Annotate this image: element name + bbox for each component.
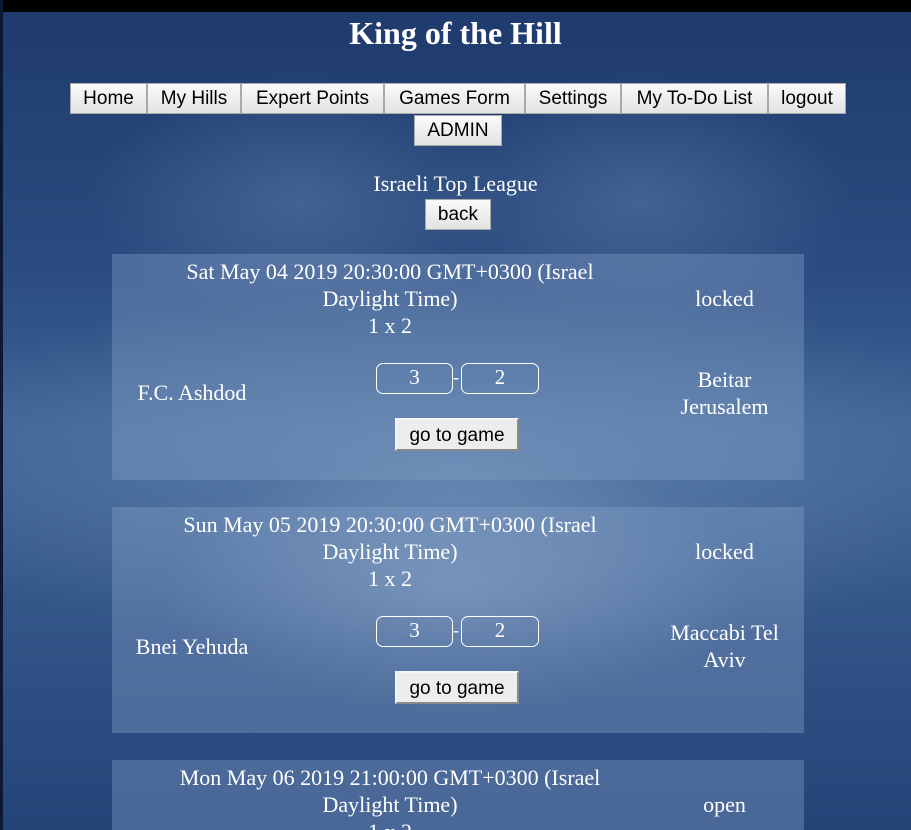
game-date: Sat May 04 2019 20:30:00 GMT+0300 (Israe… [152, 258, 628, 339]
game-status: locked [695, 286, 754, 311]
game-bet-type: 1 x 2 [368, 566, 412, 591]
game-bet-type: 1 x 2 [368, 313, 412, 338]
away-team-line: Maccabi Tel [670, 620, 779, 645]
away-score-field[interactable]: 2 [461, 363, 539, 394]
score-separator: - [453, 620, 459, 640]
window-left-edge [0, 0, 3, 830]
away-team-line: Aviv [703, 647, 746, 672]
home-team: F.C. Ashdod [137, 380, 247, 405]
game-card: Mon May 06 2019 21:00:00 GMT+0300 (Israe… [112, 760, 804, 830]
home-score-field[interactable]: 3 [376, 616, 453, 647]
go-to-game-button[interactable]: go to game [395, 671, 519, 704]
nav-home-button[interactable]: Home [70, 83, 147, 114]
nav-settings-button[interactable]: Settings [525, 83, 621, 114]
back-button[interactable]: back [425, 199, 491, 230]
away-team-line: Jerusalem [680, 394, 769, 419]
nav-games-form-button[interactable]: Games Form [384, 83, 525, 114]
home-team: Bnei Yehuda [135, 634, 249, 659]
game-date-line: Daylight Time) [322, 286, 458, 311]
game-date-line: Daylight Time) [322, 539, 458, 564]
away-team: Beitar Jerusalem [652, 366, 797, 420]
game-status: locked [695, 539, 754, 564]
game-date-line: Daylight Time) [322, 792, 458, 817]
game-date: Sun May 05 2019 20:30:00 GMT+0300 (Israe… [152, 511, 628, 592]
game-status: open [703, 792, 746, 817]
away-team-line: Beitar [697, 367, 752, 392]
game-date: Mon May 06 2019 21:00:00 GMT+0300 (Israe… [152, 764, 628, 830]
nav-logout-button[interactable]: logout [768, 83, 846, 114]
nav-admin-button[interactable]: ADMIN [414, 115, 502, 146]
page-title: King of the Hill [349, 15, 562, 51]
score-separator: - [453, 367, 459, 387]
window-top-bar [0, 0, 911, 12]
game-bet-type: 1 x 2 [152, 818, 628, 830]
nav-expert-points-button[interactable]: Expert Points [241, 83, 384, 114]
nav-todo-list-button[interactable]: My To-Do List [621, 83, 768, 114]
game-date-line: Sun May 05 2019 20:30:00 GMT+0300 (Israe… [183, 512, 597, 537]
game-card: Sun May 05 2019 20:30:00 GMT+0300 (Israe… [112, 507, 804, 733]
home-score-field[interactable]: 3 [376, 363, 453, 394]
game-date-line: Mon May 06 2019 21:00:00 GMT+0300 (Israe… [179, 765, 601, 790]
league-title: Israeli Top League [373, 171, 538, 196]
game-card: Sat May 04 2019 20:30:00 GMT+0300 (Israe… [112, 254, 804, 480]
away-score-field[interactable]: 2 [461, 616, 539, 647]
go-to-game-button[interactable]: go to game [395, 418, 519, 451]
away-team: Maccabi Tel Aviv [652, 619, 797, 673]
game-date-line: Sat May 04 2019 20:30:00 GMT+0300 (Israe… [186, 259, 594, 284]
nav-my-hills-button[interactable]: My Hills [147, 83, 241, 114]
